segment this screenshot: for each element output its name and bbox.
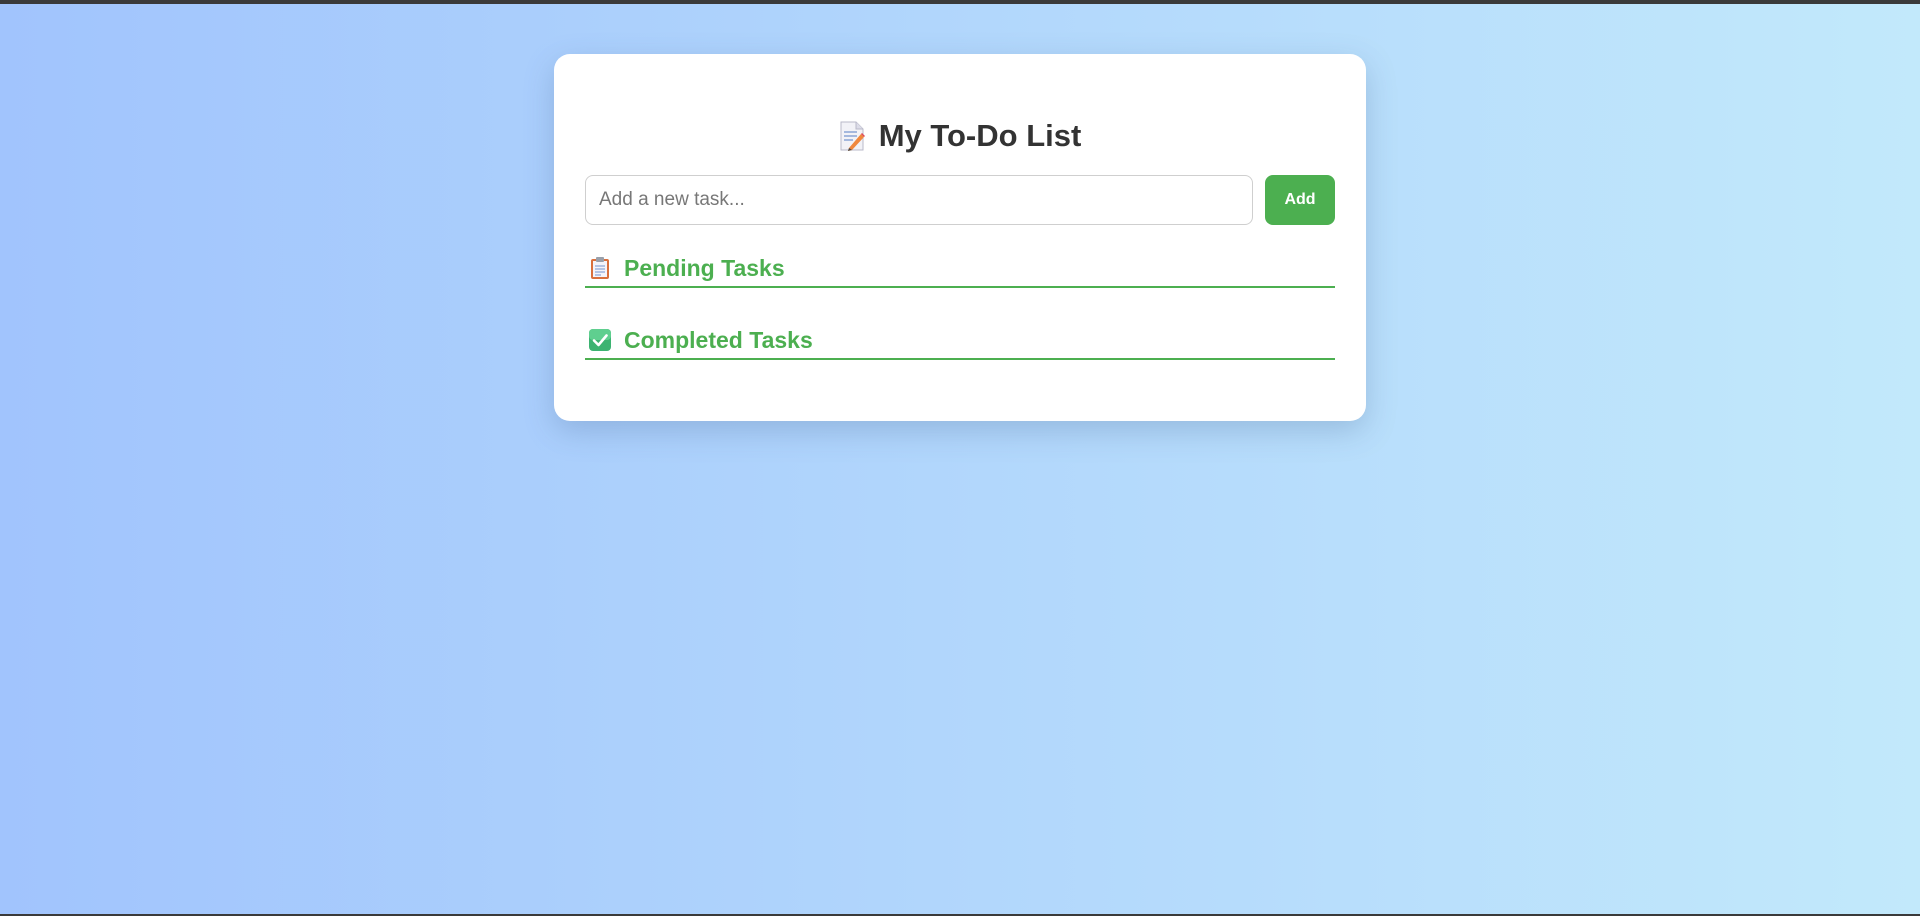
page-title: My To-Do List bbox=[878, 118, 1082, 153]
pending-tasks-header: Pending Tasks bbox=[585, 250, 1335, 288]
pending-tasks-title: Pending Tasks bbox=[624, 254, 785, 281]
todo-card: My To-Do List Add Pending Tasks bbox=[554, 54, 1366, 421]
memo-icon bbox=[839, 121, 865, 151]
new-task-input[interactable] bbox=[585, 175, 1253, 225]
check-box-icon bbox=[588, 328, 612, 352]
completed-tasks-header: Completed Tasks bbox=[585, 322, 1335, 360]
add-task-row: Add bbox=[585, 174, 1335, 226]
add-button[interactable]: Add bbox=[1265, 175, 1335, 225]
clipboard-icon bbox=[588, 256, 612, 280]
window-top-border bbox=[0, 0, 1920, 4]
completed-tasks-title: Completed Tasks bbox=[624, 326, 813, 353]
title-row: My To-Do List bbox=[585, 114, 1335, 158]
